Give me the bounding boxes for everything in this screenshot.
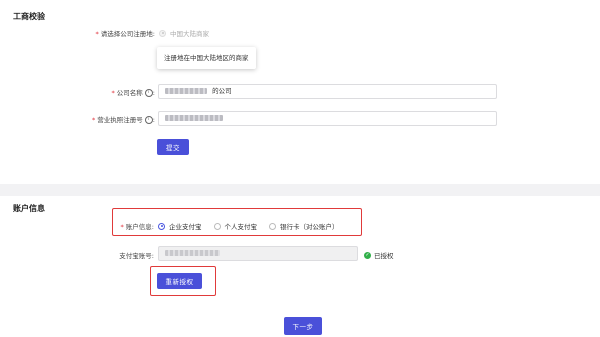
region-label: * 请选择公司注册地: <box>95 30 155 38</box>
next-step-button[interactable]: 下一步 <box>284 317 322 335</box>
redacted-text <box>165 88 207 94</box>
region-radio-group[interactable]: 中国大陆商家 <box>159 28 221 38</box>
business-verification-card: 工商校验 * 请选择公司注册地: 中国大陆商家 注册地在中国大陆地区的商家 * 公司… <box>0 0 600 184</box>
annotation-highlight-account-type <box>112 208 362 236</box>
section-title-account: 账户信息 <box>13 204 45 213</box>
check-circle-icon: ✓ <box>364 251 371 259</box>
authorized-status: ✓ 已授权 <box>364 251 394 260</box>
redacted-text <box>165 250 220 256</box>
license-number-input[interactable] <box>158 111 497 126</box>
info-icon[interactable]: i <box>144 116 153 124</box>
alipay-account-input <box>158 246 358 261</box>
annotation-highlight-reauthorize <box>150 266 216 296</box>
alipay-account-label: 支付宝账号: <box>119 252 154 260</box>
section-divider <box>0 184 600 196</box>
region-tooltip: 注册地在中国大陆地区的商家 <box>157 47 256 69</box>
info-icon[interactable]: i <box>144 89 153 97</box>
account-info-card: 账户信息 * 账户信息: 企业支付宝 个人支付宝 银行卡（对公账户） 支付宝账号:… <box>0 196 600 337</box>
company-name-input[interactable]: 的公司 <box>158 84 497 99</box>
license-label: * 营业执照注册号 i: <box>92 116 155 124</box>
submit-button[interactable]: 提交 <box>157 139 189 155</box>
radio-dot-icon <box>159 29 166 37</box>
section-title-business: 工商校验 <box>13 12 45 21</box>
redacted-text <box>165 115 223 121</box>
region-option-mainland[interactable]: 中国大陆商家 <box>159 28 209 38</box>
company-name-label: * 公司名称 i: <box>111 89 155 97</box>
required-marker: * <box>95 30 99 38</box>
